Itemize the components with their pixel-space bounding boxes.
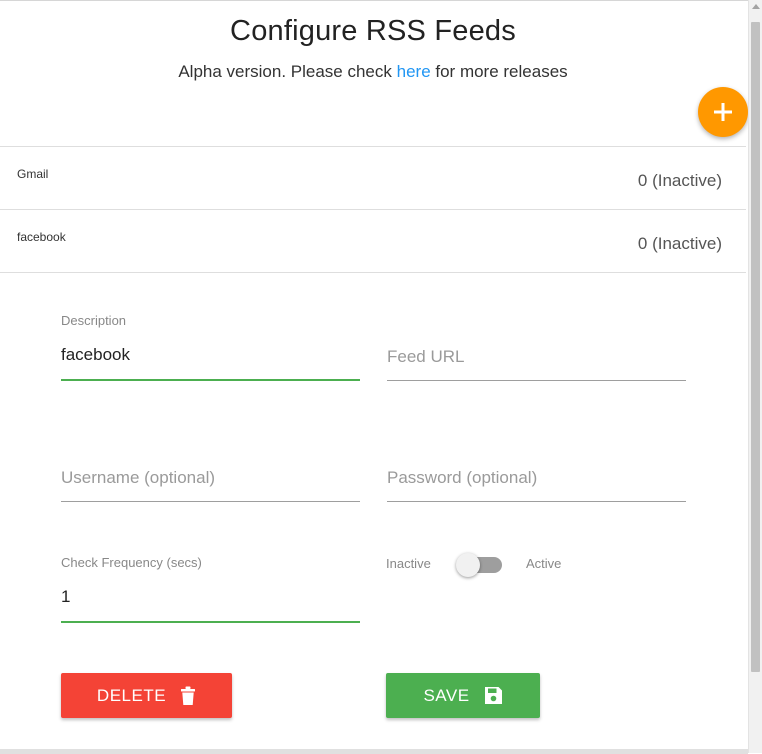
toggle-on-label: Active xyxy=(526,556,562,571)
feed-item[interactable]: facebook 0 (Inactive) xyxy=(0,209,746,273)
password-input[interactable]: Password (optional) xyxy=(387,468,537,488)
scroll-up-arrow-icon[interactable] xyxy=(752,4,760,9)
description-underline xyxy=(61,379,360,381)
page-subtitle: Alpha version. Please check here for mor… xyxy=(0,62,746,82)
username-input[interactable]: Username (optional) xyxy=(61,468,215,488)
feed-name: Gmail xyxy=(17,167,49,181)
save-button-label: SAVE xyxy=(423,685,470,705)
scrollbar-thumb[interactable] xyxy=(751,22,760,672)
password-field[interactable]: Password (optional) xyxy=(387,441,686,503)
subtitle-suffix: for more releases xyxy=(430,62,568,81)
description-label: Description xyxy=(61,313,127,328)
feed-status: 0 (Inactive) xyxy=(637,234,722,253)
feed-list: Gmail 0 (Inactive) facebook 0 (Inactive) xyxy=(0,146,746,273)
check-frequency-label: Check Frequency (secs) xyxy=(61,555,202,570)
vertical-scrollbar[interactable] xyxy=(748,0,762,753)
check-frequency-input[interactable]: 1 xyxy=(61,587,70,607)
check-frequency-underline xyxy=(61,621,360,623)
feed-url-field[interactable]: Feed URL xyxy=(387,313,686,383)
username-field[interactable]: Username (optional) xyxy=(61,441,360,503)
delete-button-label: DELETE xyxy=(96,685,167,705)
toggle-off-label: Inactive xyxy=(386,556,431,571)
feed-url-input[interactable]: Feed URL xyxy=(387,347,464,367)
add-feed-button[interactable] xyxy=(698,87,748,137)
active-toggle-knob[interactable] xyxy=(456,553,480,577)
subtitle-prefix: Alpha version. Please check xyxy=(178,62,397,81)
trash-icon xyxy=(181,686,196,705)
feed-name: facebook xyxy=(17,230,66,244)
page-title: Configure RSS Feeds xyxy=(230,15,516,47)
plus-icon xyxy=(714,103,732,121)
releases-link[interactable]: here xyxy=(397,62,431,81)
rss-config-page: Configure RSS Feeds Alpha version. Pleas… xyxy=(0,0,748,754)
description-input[interactable]: facebook xyxy=(61,345,130,365)
active-toggle-row: Inactive Active xyxy=(386,553,686,579)
save-button[interactable]: SAVE xyxy=(386,673,540,718)
description-field[interactable]: Description facebook xyxy=(61,313,360,383)
feed-item[interactable]: Gmail 0 (Inactive) xyxy=(0,146,746,209)
password-underline xyxy=(387,501,686,502)
floppy-disk-icon xyxy=(484,687,502,704)
delete-button[interactable]: DELETE xyxy=(61,673,232,718)
feed-url-underline xyxy=(387,380,686,381)
username-underline xyxy=(61,501,360,502)
feed-status: 0 (Inactive) xyxy=(637,171,722,190)
check-frequency-field[interactable]: Check Frequency (secs) 1 xyxy=(61,555,360,625)
page-bottom-edge xyxy=(0,749,748,754)
